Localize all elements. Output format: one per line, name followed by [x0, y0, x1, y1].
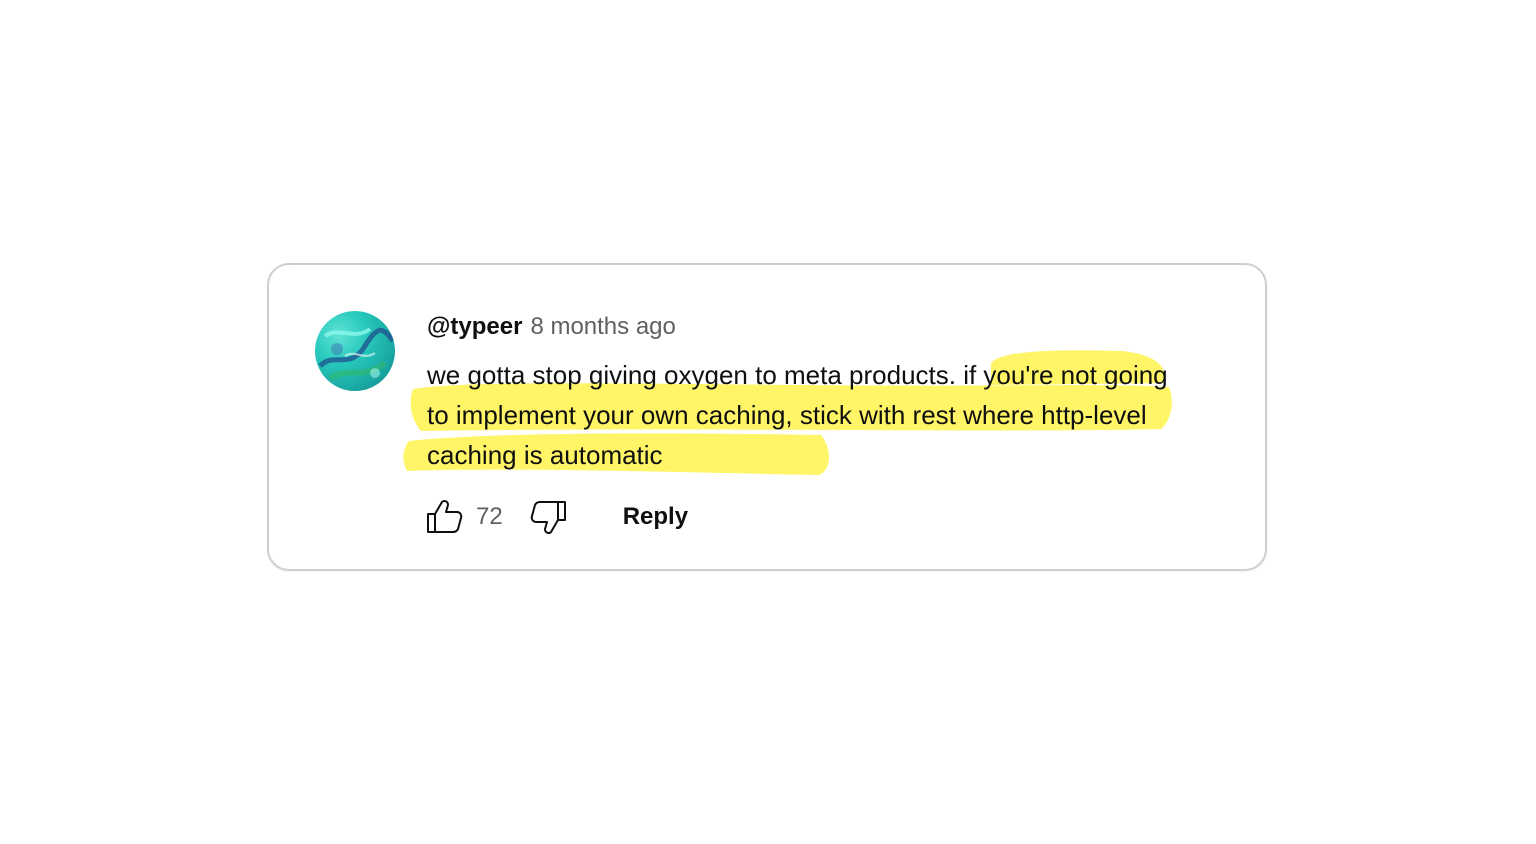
dislike-button[interactable]: [529, 497, 569, 537]
reply-button[interactable]: Reply: [623, 503, 688, 531]
thumbs-down-icon: [530, 501, 566, 534]
like-button[interactable]: [424, 497, 464, 537]
avatar[interactable]: [315, 311, 395, 391]
thumbs-up-icon: [427, 500, 463, 533]
comment-header: @typeer 8 months ago: [427, 313, 1227, 349]
author-name[interactable]: @typeer: [427, 313, 522, 341]
avatar-pattern: [318, 327, 395, 382]
comment-actions: 72 Reply: [424, 497, 688, 537]
comment-text-plain: we gotta stop giving oxygen to meta prod…: [427, 360, 949, 390]
comment-text: we gotta stop giving oxygen to meta prod…: [403, 350, 1187, 475]
comment-timestamp[interactable]: 8 months ago: [530, 313, 675, 341]
comment-body: @typeer 8 months ago we gotta stop givin…: [403, 313, 1227, 475]
comment-card: @typeer 8 months ago we gotta stop givin…: [267, 263, 1267, 571]
comment-text-content: we gotta stop giving oxygen to meta prod…: [427, 355, 1187, 475]
like-count: 72: [476, 503, 503, 530]
